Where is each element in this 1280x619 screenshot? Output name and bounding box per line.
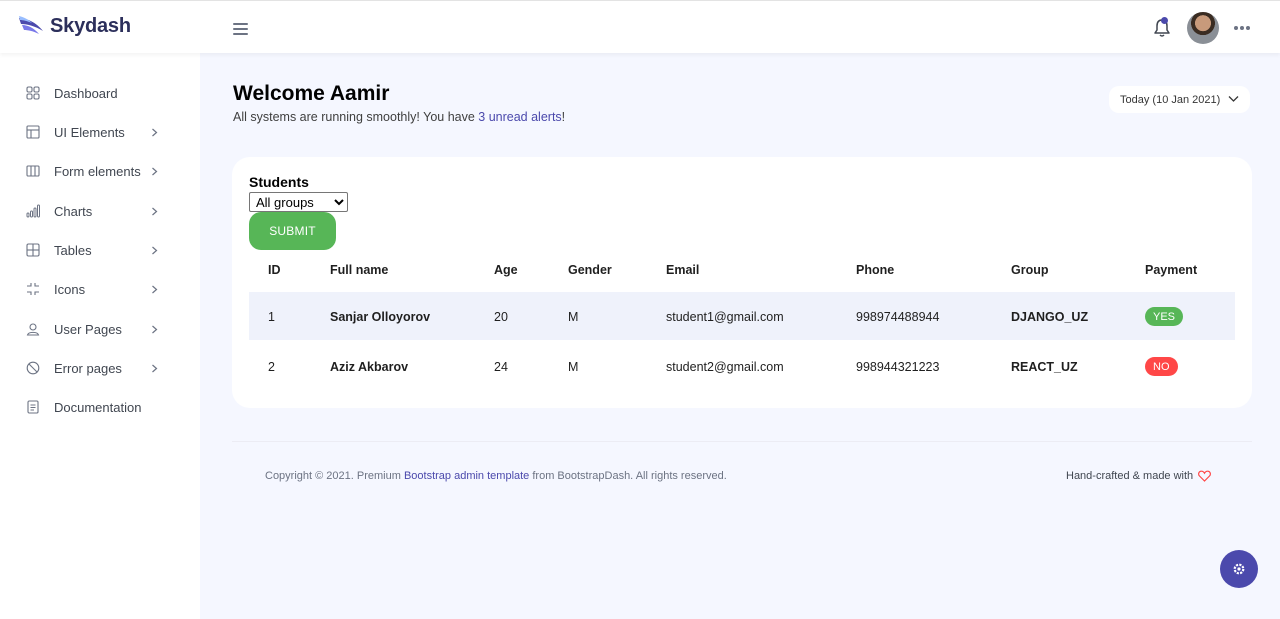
more-horizontal-icon[interactable]: [1234, 21, 1254, 35]
chevron-right-icon: [152, 207, 158, 215]
cell-group: REACT_UZ: [1011, 360, 1078, 374]
sidebar-item-user-pages[interactable]: User Pages: [0, 313, 200, 345]
cell-email: student2@gmail.com: [666, 360, 784, 374]
cell-name: Sanjar Olloyorov: [330, 310, 431, 324]
sidebar-item-label: Error pages: [54, 360, 122, 376]
cell-id: 2: [268, 360, 275, 374]
copyright-text-end: from BootstrapDash. All rights reserved.: [529, 470, 727, 482]
chevron-down-icon: [1228, 96, 1239, 102]
page-title: Welcome Aamir: [233, 82, 390, 105]
sidebar-item-icons[interactable]: Icons: [0, 273, 200, 305]
handcrafted-text: Hand-crafted & made with: [1066, 470, 1194, 482]
group-select[interactable]: All groups: [249, 192, 348, 212]
payment-badge: NO: [1145, 357, 1178, 376]
ban-icon: [26, 361, 40, 375]
chevron-right-icon: [152, 167, 158, 175]
user-icon: [26, 323, 40, 336]
cell-age: 24: [494, 360, 508, 374]
welcome-text-end: !: [561, 110, 566, 124]
sidebar-item-label: Tables: [54, 242, 92, 258]
sidebar-item-label: Dashboard: [54, 85, 118, 101]
footer-copyright: Copyright © 2021. Premium Bootstrap admi…: [265, 470, 727, 482]
column-header-gender: Gender: [568, 263, 612, 277]
sidebar-item-error-pages[interactable]: Error pages: [0, 352, 200, 384]
cell-gender: M: [568, 310, 579, 324]
bar-chart-icon: [26, 204, 40, 218]
sidebar-item-label: UI Elements: [54, 124, 125, 140]
cell-name: Aziz Akbarov: [330, 360, 409, 374]
sidebar-item-label: Documentation: [54, 399, 142, 415]
brand-logo-icon: [19, 16, 43, 34]
column-header-email: Email: [666, 263, 700, 277]
gear-icon: [1233, 563, 1245, 575]
unread-alerts-link[interactable]: 3 unread alerts: [478, 110, 561, 124]
brand-name: Skydash: [50, 14, 131, 37]
grid-icon: [26, 86, 40, 100]
footer-divider: [232, 441, 1252, 442]
column-header-id: ID: [268, 263, 281, 277]
brand[interactable]: Skydash: [18, 11, 131, 41]
submit-button[interactable]: SUBMIT: [249, 212, 336, 250]
sidebar-item-charts[interactable]: Charts: [0, 195, 200, 227]
footer-handcrafted: Hand-crafted & made with: [1066, 470, 1212, 482]
column-header-age: Age: [494, 263, 518, 277]
chevron-right-icon: [152, 325, 158, 333]
sidebar-item-ui-elements[interactable]: UI Elements: [0, 116, 200, 148]
sidebar-item-label: Form elements: [54, 163, 141, 179]
columns-icon: [26, 165, 40, 177]
sidebar-item-label: User Pages: [54, 321, 122, 337]
column-header-group: Group: [1011, 263, 1049, 277]
document-icon: [27, 400, 39, 414]
user-avatar[interactable]: [1187, 12, 1219, 44]
column-header-payment: Payment: [1145, 263, 1198, 277]
sidebar: Dashboard UI Elements Form elements Char…: [0, 53, 200, 619]
column-header-phone: Phone: [856, 263, 895, 277]
sidebar-item-dashboard[interactable]: Dashboard: [0, 77, 200, 109]
sidebar-item-documentation[interactable]: Documentation: [0, 391, 200, 423]
cell-gender: M: [568, 360, 579, 374]
chevron-right-icon: [152, 246, 158, 254]
chevron-right-icon: [152, 285, 158, 293]
students-card: Students All groups SUBMIT ID Full name …: [232, 157, 1252, 408]
sidebar-item-label: Charts: [54, 203, 93, 219]
chevron-right-icon: [152, 128, 158, 136]
table-icon: [26, 243, 40, 257]
payment-badge: YES: [1145, 307, 1184, 326]
cell-age: 20: [494, 310, 508, 324]
welcome-text: All systems are running smoothly! You ha…: [233, 110, 479, 124]
column-header-full-name: Full name: [330, 263, 389, 277]
focus-icon: [27, 283, 39, 295]
cell-group: DJANGO_UZ: [1011, 310, 1089, 324]
notification-dot: [1161, 17, 1168, 24]
chevron-right-icon: [152, 364, 158, 372]
bootstrap-template-link[interactable]: Bootstrap admin template: [404, 470, 529, 482]
sidebar-item-form-elements[interactable]: Form elements: [0, 155, 200, 187]
hamburger-menu-icon[interactable]: [233, 23, 248, 35]
sidebar-item-tables[interactable]: Tables: [0, 234, 200, 266]
top-navbar: Skydash: [0, 0, 1280, 53]
settings-button[interactable]: [1220, 550, 1258, 588]
cell-phone: 998944321223: [856, 360, 940, 374]
date-dropdown[interactable]: Today (10 Jan 2021): [1109, 86, 1250, 113]
sidebar-item-label: Icons: [54, 281, 86, 297]
cell-id: 1: [268, 310, 275, 324]
heart-icon: [1198, 470, 1212, 482]
layout-icon: [26, 125, 40, 139]
notification-bell-icon[interactable]: [1152, 17, 1172, 39]
date-label: Today (10 Jan 2021): [1120, 93, 1221, 106]
copyright-text: Copyright © 2021. Premium: [265, 470, 404, 482]
card-title: Students: [249, 174, 309, 190]
cell-phone: 998974488944: [856, 310, 940, 324]
welcome-subtitle: All systems are running smoothly! You ha…: [233, 110, 565, 124]
cell-email: student1@gmail.com: [666, 310, 784, 324]
